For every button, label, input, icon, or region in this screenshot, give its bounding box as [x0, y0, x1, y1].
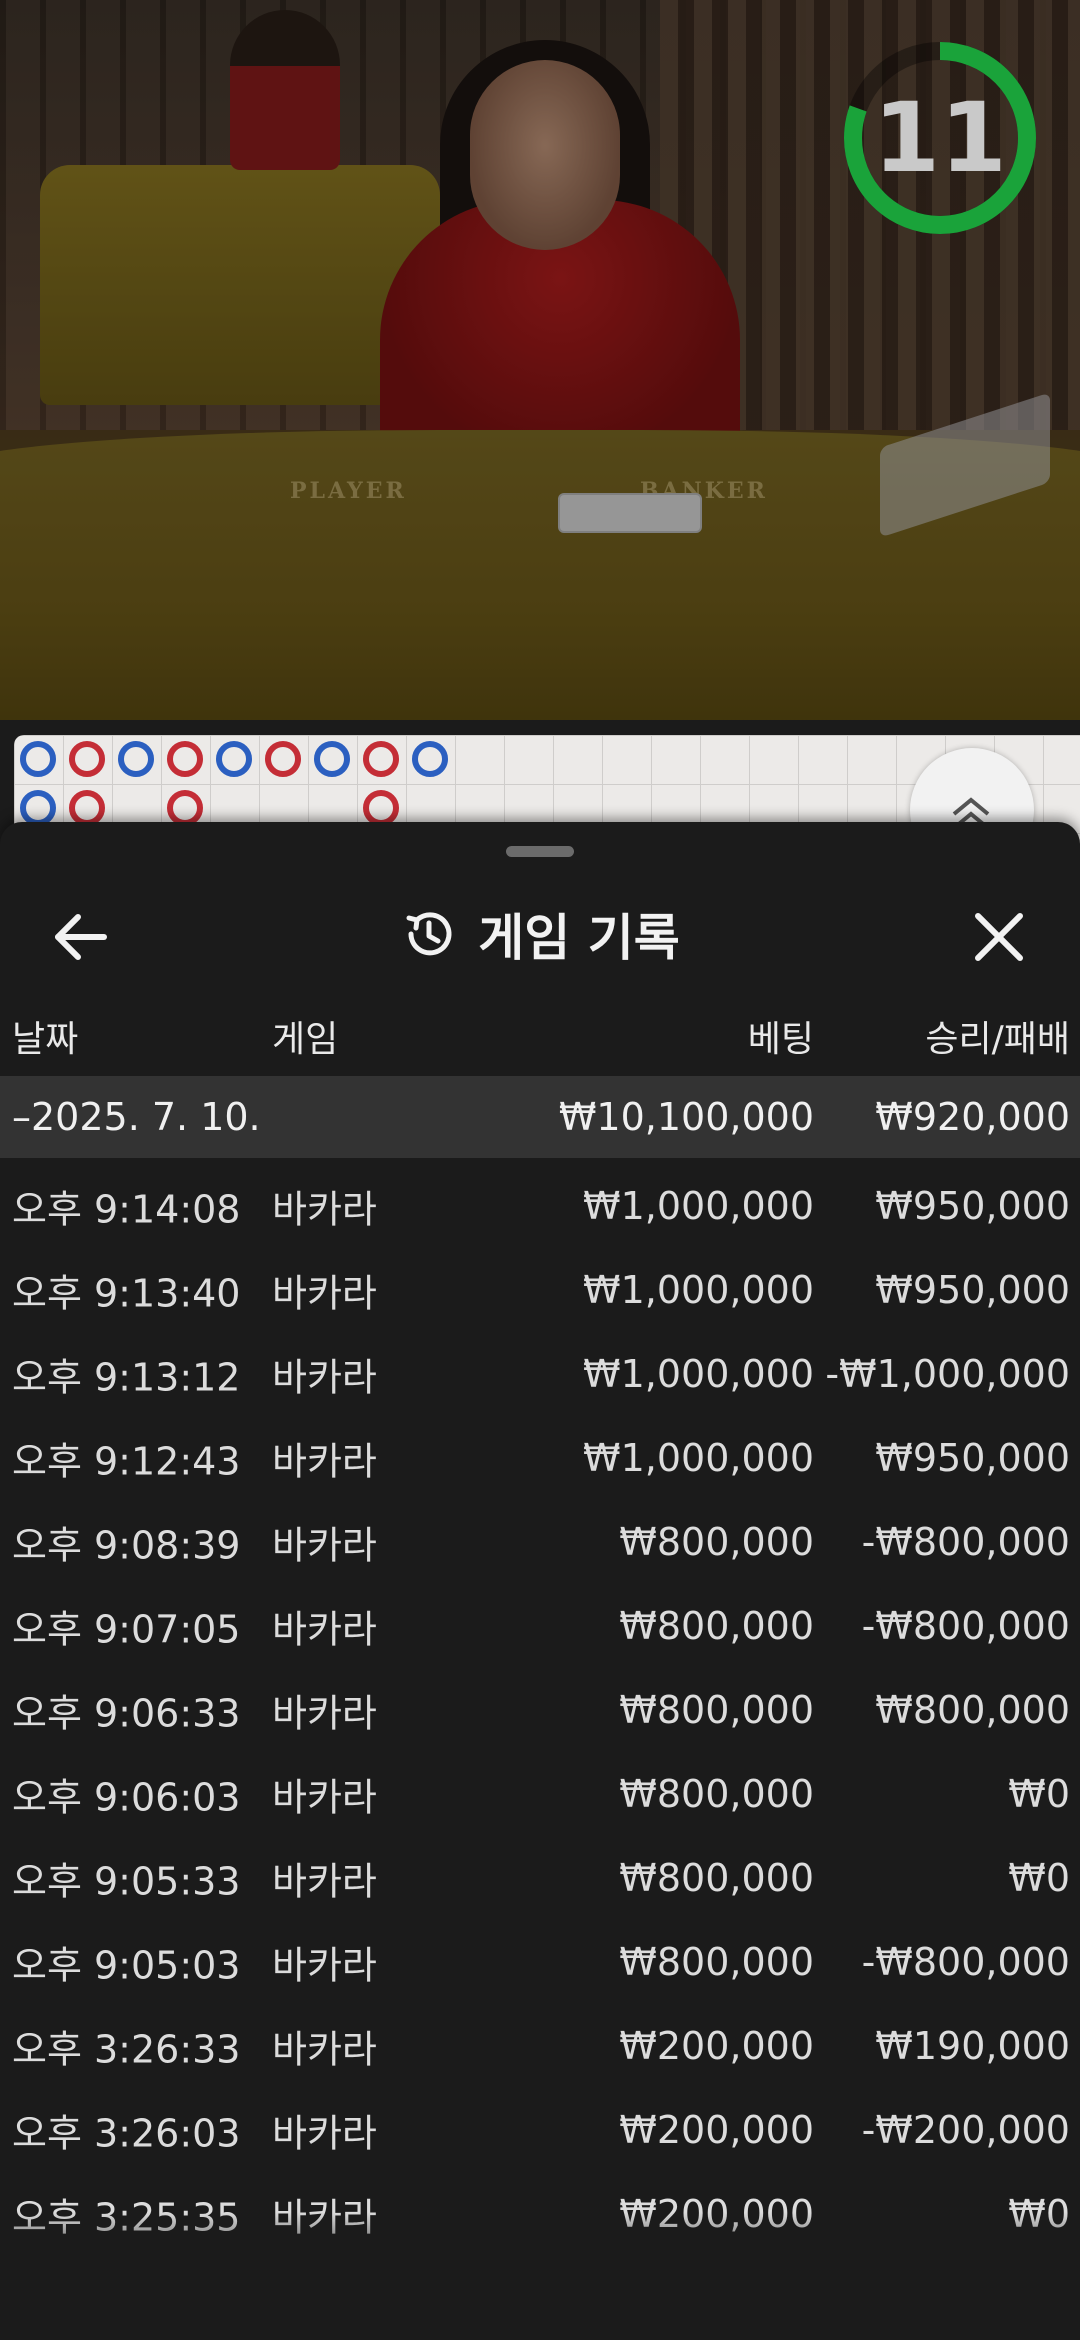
date-group-bet-total: ₩10,100,000 — [558, 1095, 814, 1139]
timer-value: 11 — [873, 82, 1007, 194]
sheet-title-group: 게임 기록 — [0, 874, 1080, 994]
history-row[interactable]: 오후 9:14:08 바카라 ₩1,000,000 ₩950,000 — [0, 1164, 1080, 1248]
row-bet: ₩800,000 — [619, 1688, 814, 1732]
history-row[interactable]: 오후 9:13:40 바카라 ₩1,000,000 ₩950,000 — [0, 1248, 1080, 1332]
bead-banker — [167, 741, 203, 777]
row-game: 바카라 — [272, 2027, 377, 2072]
row-result: -₩800,000 — [861, 1520, 1070, 1564]
row-result: ₩800,000 — [875, 1688, 1070, 1732]
column-date: 날짜 — [12, 1019, 79, 1060]
row-time: 오후 9:07:05 — [12, 1607, 241, 1652]
bead-banker — [69, 741, 105, 777]
history-row[interactable]: 오후 9:08:39 바카라 ₩800,000 -₩800,000 — [0, 1500, 1080, 1584]
history-row[interactable]: 오후 9:05:03 바카라 ₩800,000 -₩800,000 — [0, 1920, 1080, 2004]
row-time: 오후 9:05:03 — [12, 1943, 241, 1988]
game-history-sheet: 게임 기록 날짜 게임 베팅 승리/패배 –2025. 7. 10. ₩10,1… — [0, 822, 1080, 2340]
row-result: -₩800,000 — [861, 1604, 1070, 1648]
row-result: ₩950,000 — [875, 1268, 1070, 1312]
row-result: ₩0 — [1008, 1856, 1070, 1900]
row-time: 오후 9:06:33 — [12, 1691, 241, 1736]
bead-banker — [363, 790, 399, 826]
sheet-header: 게임 기록 — [0, 874, 1080, 994]
history-row[interactable]: 오후 9:06:33 바카라 ₩800,000 ₩800,000 — [0, 1668, 1080, 1752]
history-table: –2025. 7. 10. ₩10,100,000 ₩920,000 오후 9:… — [0, 1076, 1080, 2256]
row-game: 바카라 — [272, 1859, 377, 1904]
row-time: 오후 9:13:12 — [12, 1355, 241, 1400]
close-icon — [975, 913, 1023, 961]
history-row[interactable]: 오후 9:05:33 바카라 ₩800,000 ₩0 — [0, 1836, 1080, 1920]
list-fade-overlay — [0, 2212, 1080, 2340]
row-bet: ₩800,000 — [619, 1604, 814, 1648]
history-row[interactable]: 오후 9:06:03 바카라 ₩800,000 ₩0 — [0, 1752, 1080, 1836]
row-result: ₩950,000 — [875, 1184, 1070, 1228]
bead-banker — [167, 790, 203, 826]
date-group-result-total: ₩920,000 — [875, 1095, 1070, 1139]
row-game: 바카라 — [272, 1607, 377, 1652]
history-row[interactable]: 오후 3:26:03 바카라 ₩200,000 -₩200,000 — [0, 2088, 1080, 2172]
date-group-label: –2025. 7. 10. — [12, 1095, 261, 1139]
row-bet: ₩1,000,000 — [583, 1352, 814, 1396]
history-row[interactable]: 오후 3:26:33 바카라 ₩200,000 ₩190,000 — [0, 2004, 1080, 2088]
row-time: 오후 9:12:43 — [12, 1439, 241, 1484]
row-result: ₩950,000 — [875, 1436, 1070, 1480]
row-game: 바카라 — [272, 1691, 377, 1736]
sheet-drag-handle[interactable] — [506, 846, 574, 857]
row-game: 바카라 — [272, 1439, 377, 1484]
row-game: 바카라 — [272, 1523, 377, 1568]
history-rows: 오후 9:14:08 바카라 ₩1,000,000 ₩950,000 오후 9:13:4… — [0, 1164, 1080, 2256]
row-game: 바카라 — [272, 2111, 377, 2156]
bead-player — [412, 741, 448, 777]
row-bet: ₩800,000 — [619, 1940, 814, 1984]
row-game: 바카라 — [272, 1271, 377, 1316]
sheet-title: 게임 기록 — [478, 909, 680, 967]
row-time: 오후 9:06:03 — [12, 1775, 241, 1820]
row-result: ₩0 — [1008, 1772, 1070, 1816]
bead-player — [216, 741, 252, 777]
row-result: -₩1,000,000 — [825, 1352, 1070, 1396]
live-video-stream[interactable]: PLAYER BANKER 11 — [0, 0, 1080, 720]
column-game: 게임 — [272, 1019, 339, 1060]
row-time: 오후 3:26:33 — [12, 2027, 241, 2072]
row-bet: ₩800,000 — [619, 1772, 814, 1816]
row-time: 오후 3:26:03 — [12, 2111, 241, 2156]
row-bet: ₩1,000,000 — [583, 1436, 814, 1480]
row-game: 바카라 — [272, 1775, 377, 1820]
row-result: -₩200,000 — [861, 2108, 1070, 2152]
row-time: 오후 9:08:39 — [12, 1523, 241, 1568]
column-bet: 베팅 — [747, 1019, 814, 1060]
row-bet: ₩200,000 — [619, 2024, 814, 2068]
row-result: -₩800,000 — [861, 1940, 1070, 1984]
close-button[interactable] — [966, 904, 1032, 970]
bead-player — [314, 741, 350, 777]
history-row[interactable]: 오후 9:13:12 바카라 ₩1,000,000 -₩1,000,000 — [0, 1332, 1080, 1416]
row-time: 오후 9:14:08 — [12, 1187, 241, 1232]
bead-player — [118, 741, 154, 777]
row-bet: ₩200,000 — [619, 2108, 814, 2152]
row-bet: ₩1,000,000 — [583, 1184, 814, 1228]
bead-banker — [363, 741, 399, 777]
row-game: 바카라 — [272, 1187, 377, 1232]
history-icon — [406, 912, 452, 956]
history-row[interactable]: 오후 9:12:43 바카라 ₩1,000,000 ₩950,000 — [0, 1416, 1080, 1500]
row-bet: ₩800,000 — [619, 1856, 814, 1900]
row-result: ₩190,000 — [875, 2024, 1070, 2068]
bead-player — [20, 790, 56, 826]
history-row[interactable]: 오후 9:07:05 바카라 ₩800,000 -₩800,000 — [0, 1584, 1080, 1668]
countdown-timer: 11 — [842, 40, 1038, 236]
row-bet: ₩800,000 — [619, 1520, 814, 1564]
row-game: 바카라 — [272, 1355, 377, 1400]
bead-banker — [69, 790, 105, 826]
table-header: 날짜 게임 베팅 승리/패배 — [0, 1000, 1080, 1060]
date-group-row[interactable]: –2025. 7. 10. ₩10,100,000 ₩920,000 — [0, 1076, 1080, 1158]
row-time: 오후 9:13:40 — [12, 1271, 241, 1316]
row-game: 바카라 — [272, 1943, 377, 1988]
row-bet: ₩1,000,000 — [583, 1268, 814, 1312]
bead-banker — [265, 741, 301, 777]
row-time: 오후 9:05:33 — [12, 1859, 241, 1904]
column-result: 승리/패배 — [925, 1019, 1070, 1060]
bead-player — [20, 741, 56, 777]
